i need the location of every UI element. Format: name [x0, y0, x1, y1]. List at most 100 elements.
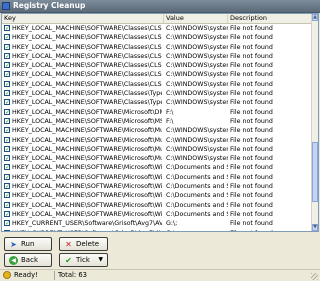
title-bar[interactable]: Registry Cleanup [0, 0, 320, 13]
chevron-down-icon[interactable]: ▼ [98, 254, 103, 266]
list-item[interactable]: ✓ HKEY_LOCAL_MACHINE\SOFTWARE\Microsoft\W… [2, 191, 312, 200]
key-cell: HKEY_LOCAL_MACHINE\SOFTWARE\Classes\Type… [12, 90, 162, 98]
list-item[interactable]: ✓ HKEY_LOCAL_MACHINE\SOFTWARE\Microsoft\M… [2, 126, 312, 135]
description-cell: File not found [230, 99, 273, 107]
checkbox[interactable]: ✓ [4, 136, 10, 143]
list-item[interactable]: ✓ HKEY_LOCAL_MACHINE\SOFTWARE\Classes\CLS… [2, 33, 312, 42]
list-item[interactable]: ✓ HKEY_LOCAL_MACHINE\SOFTWARE\Microsoft\W… [2, 182, 312, 191]
status-info-icon [3, 271, 11, 279]
value-cell: C:\WINDOWS\system32\... [166, 62, 228, 70]
value-cell: G:\; [166, 229, 228, 231]
value-cell: C:\Documents and Setting... [166, 192, 228, 200]
checkbox[interactable]: ✓ [4, 229, 10, 231]
back-arrow-icon: ◀ [9, 256, 18, 265]
list-header: Key Value Description [2, 14, 312, 24]
checkbox[interactable]: ✓ [4, 145, 10, 152]
value-cell: F:\ [166, 108, 174, 116]
checkbox[interactable]: ✓ [4, 155, 10, 162]
list-item[interactable]: ✓ HKEY_LOCAL_MACHINE\SOFTWARE\Microsoft\W… [2, 173, 312, 182]
list-item[interactable]: ✓ HKEY_LOCAL_MACHINE\SOFTWARE\Microsoft\W… [2, 210, 312, 219]
column-header-key[interactable]: Key [2, 14, 164, 23]
key-cell: HKEY_CURRENT_USER\Software\Grisoft\Avg7\… [12, 220, 162, 228]
checkbox[interactable]: ✓ [4, 34, 10, 41]
list-item[interactable]: ✓ HKEY_LOCAL_MACHINE\SOFTWARE\Microsoft\M… [2, 145, 312, 154]
checkbox[interactable]: ✓ [4, 25, 10, 32]
delete-label: Delete [76, 240, 99, 248]
list-item[interactable]: ✓ HKEY_LOCAL_MACHINE\SOFTWARE\Classes\CLS… [2, 80, 312, 89]
scrollbar-thumb[interactable] [312, 142, 318, 202]
column-header-value[interactable]: Value [164, 14, 228, 23]
checkbox[interactable]: ✓ [4, 210, 10, 217]
checkbox[interactable]: ✓ [4, 192, 10, 199]
list-item[interactable]: ✓ HKEY_LOCAL_MACHINE\SOFTWARE\Microsoft\M… [2, 117, 312, 126]
checkbox[interactable]: ✓ [4, 99, 10, 106]
run-arrow-icon: ➤ [10, 240, 17, 249]
checkbox[interactable]: ✓ [4, 52, 10, 59]
checkbox[interactable]: ✓ [4, 220, 10, 227]
checkbox[interactable]: ✓ [4, 201, 10, 208]
checkbox[interactable]: ✓ [4, 127, 10, 134]
value-cell: C:\WINDOWS\system32\... [166, 52, 228, 60]
checkbox[interactable]: ✓ [4, 173, 10, 180]
scroll-up-arrow-icon[interactable]: ▲ [312, 14, 318, 21]
list-item[interactable]: ✓ HKEY_LOCAL_MACHINE\SOFTWARE\Microsoft\D… [2, 108, 312, 117]
list-item[interactable]: ✓ HKEY_LOCAL_MACHINE\SOFTWARE\Classes\CLS… [2, 43, 312, 52]
scroll-down-arrow-icon[interactable]: ▼ [312, 224, 318, 231]
status-divider [54, 271, 55, 280]
checkbox[interactable]: ✓ [4, 71, 10, 78]
run-label: Run [21, 240, 35, 248]
tick-label: Tick [76, 256, 90, 264]
back-button[interactable]: ◀ Back [4, 253, 52, 267]
description-cell: File not found [230, 34, 273, 42]
app-icon [2, 2, 10, 10]
key-cell: HKEY_LOCAL_MACHINE\SOFTWARE\Classes\Type… [12, 99, 162, 107]
list-item[interactable]: ✓ HKEY_LOCAL_MACHINE\SOFTWARE\Microsoft\M… [2, 136, 312, 145]
list-item[interactable]: ✓ HKEY_LOCAL_MACHINE\SOFTWARE\Microsoft\M… [2, 154, 312, 163]
resize-grip-icon[interactable] [311, 273, 318, 280]
key-cell: HKEY_LOCAL_MACHINE\SOFTWARE\Microsoft\Wi… [12, 164, 162, 172]
checkbox[interactable]: ✓ [4, 117, 10, 124]
checkbox[interactable]: ✓ [4, 62, 10, 69]
description-cell: File not found [230, 80, 273, 88]
list-item[interactable]: ✓ HKEY_LOCAL_MACHINE\SOFTWARE\Classes\Typ… [2, 89, 312, 98]
tick-button[interactable]: ✔ Tick ▼ [59, 253, 108, 267]
checkbox[interactable]: ✓ [4, 80, 10, 87]
description-cell: File not found [230, 220, 273, 228]
list-rows: ✓ HKEY_LOCAL_MACHINE\SOFTWARE\Classes\CLS… [2, 24, 312, 231]
list-item[interactable]: ✓ HKEY_LOCAL_MACHINE\SOFTWARE\Classes\Typ… [2, 98, 312, 107]
list-item[interactable]: ✓ HKEY_LOCAL_MACHINE\SOFTWARE\Classes\CLS… [2, 52, 312, 61]
list-item[interactable]: ✓HKEY_CURRENT_USER\Software\Grisoft\Avg7… [2, 229, 312, 231]
key-cell: HKEY_LOCAL_MACHINE\SOFTWARE\Classes\CLSI… [12, 25, 162, 32]
column-header-description[interactable]: Description [228, 14, 312, 23]
value-cell: C:\Documents and Setting... [166, 164, 228, 172]
key-cell: HKEY_LOCAL_MACHINE\SOFTWARE\Microsoft\DM… [12, 108, 162, 116]
checkbox[interactable]: ✓ [4, 108, 10, 115]
value-cell: C:\Documents and Setting... [166, 201, 228, 209]
description-cell: File not found [230, 210, 273, 218]
run-button[interactable]: ➤ Run [4, 237, 52, 251]
list-item[interactable]: ✓HKEY_CURRENT_USER\Software\Grisoft\Avg7… [2, 219, 312, 228]
key-cell: HKEY_LOCAL_MACHINE\SOFTWARE\Classes\CLSI… [12, 71, 162, 79]
description-cell: File not found [230, 183, 273, 191]
list-item[interactable]: ✓ HKEY_LOCAL_MACHINE\SOFTWARE\Classes\CLS… [2, 70, 312, 79]
description-cell: File not found [230, 52, 273, 60]
back-label: Back [21, 256, 38, 264]
key-cell: HKEY_LOCAL_MACHINE\SOFTWARE\Classes\CLSI… [12, 34, 162, 42]
value-cell: C:\WINDOWS\system32\... [166, 145, 228, 153]
checkbox[interactable]: ✓ [4, 43, 10, 50]
list-item[interactable]: ✓ HKEY_LOCAL_MACHINE\SOFTWARE\Microsoft\W… [2, 201, 312, 210]
vertical-scrollbar[interactable]: ▲ ▼ [311, 14, 318, 231]
list-item[interactable]: ✓ HKEY_LOCAL_MACHINE\SOFTWARE\Classes\CLS… [2, 61, 312, 70]
registry-cleanup-window: Registry Cleanup Key Value Description ✓… [0, 0, 320, 281]
checkbox[interactable]: ✓ [4, 164, 10, 171]
registry-list[interactable]: Key Value Description ✓ HKEY_LOCAL_MACHIN… [1, 13, 319, 232]
window-title: Registry Cleanup [13, 1, 86, 10]
key-cell: HKEY_LOCAL_MACHINE\SOFTWARE\Classes\CLSI… [12, 52, 162, 60]
checkbox[interactable]: ✓ [4, 183, 10, 190]
checkbox[interactable]: ✓ [4, 90, 10, 97]
list-item[interactable]: ✓ HKEY_LOCAL_MACHINE\SOFTWARE\Classes\CLS… [2, 24, 312, 33]
key-cell: HKEY_LOCAL_MACHINE\SOFTWARE\Microsoft\Mu… [12, 136, 162, 144]
delete-button[interactable]: ✕ Delete [59, 237, 108, 251]
list-item[interactable]: ✓ HKEY_LOCAL_MACHINE\SOFTWARE\Microsoft\W… [2, 163, 312, 172]
key-cell: HKEY_LOCAL_MACHINE\SOFTWARE\Microsoft\MS… [12, 117, 162, 125]
